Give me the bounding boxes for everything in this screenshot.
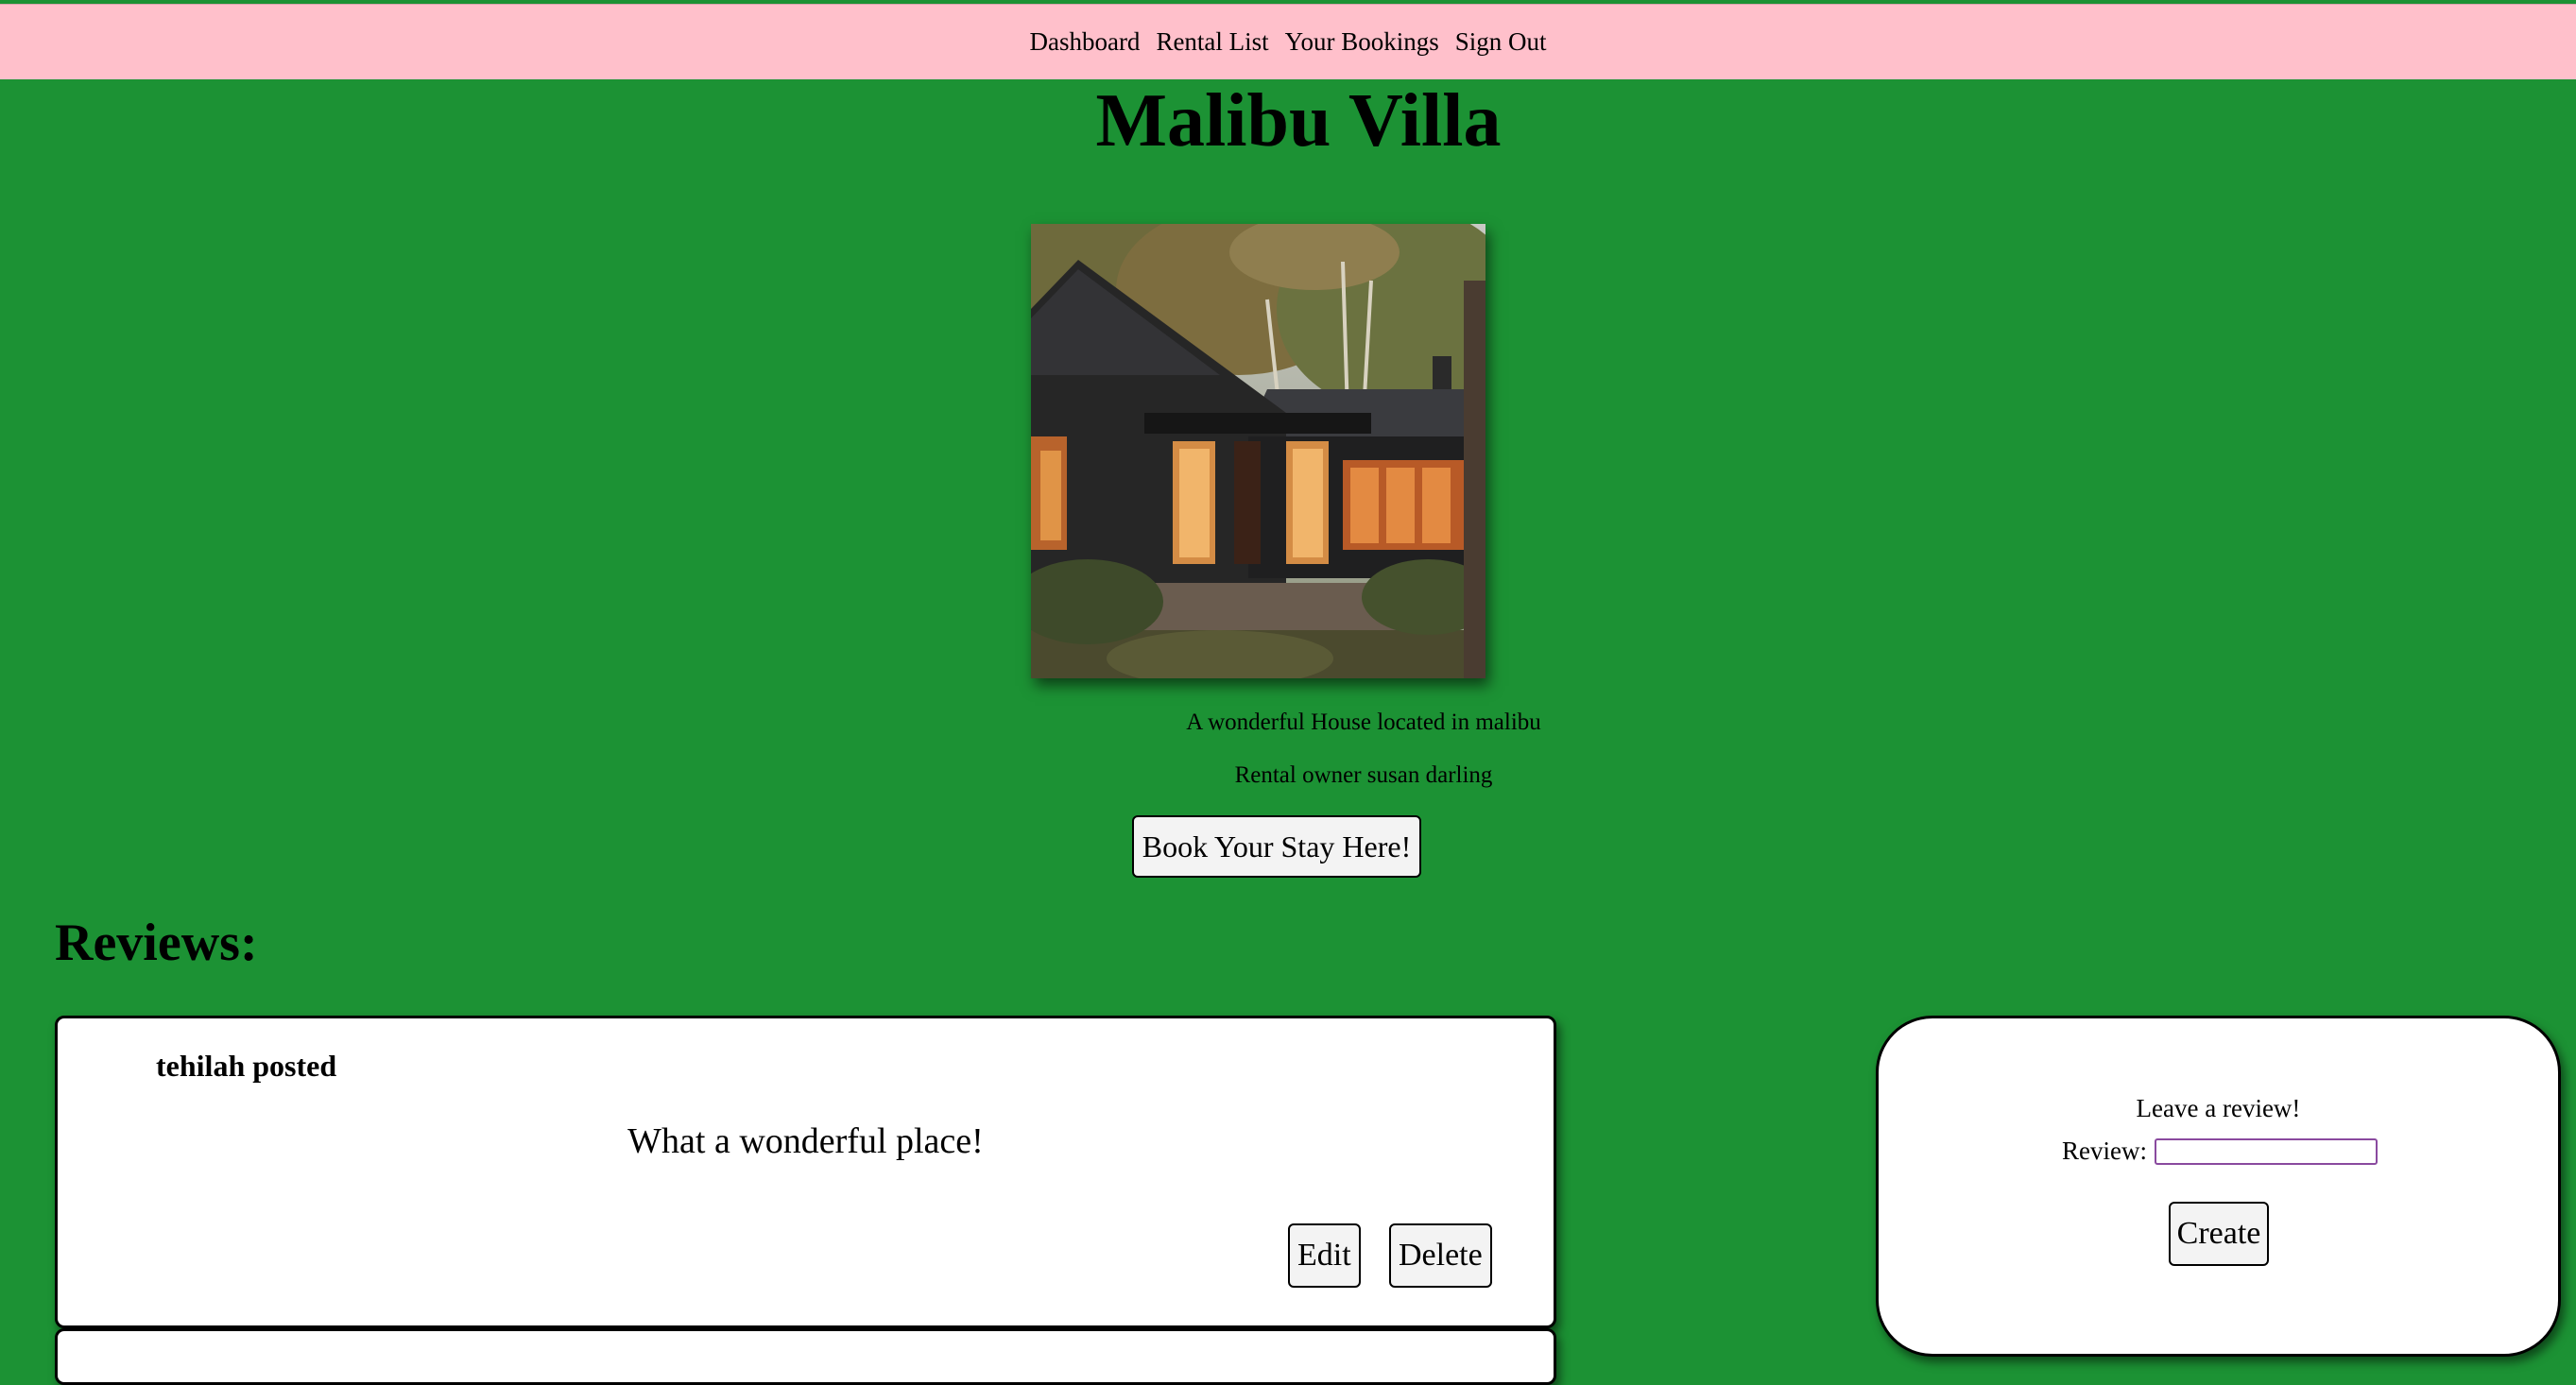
nav-link-sign-out[interactable]: Sign Out — [1455, 27, 1547, 57]
rental-description: A wonderful House located in malibu — [1186, 710, 1541, 735]
review-form-title: Leave a review! — [2136, 1094, 2301, 1122]
delete-review-button[interactable]: Delete — [1389, 1223, 1492, 1288]
create-review-button[interactable]: Create — [2169, 1202, 2269, 1266]
book-stay-button[interactable]: Book Your Stay Here! — [1132, 815, 1421, 878]
review-card: tehilah posted What a wonderful place! E… — [55, 1016, 1556, 1328]
review-author: tehilah posted — [156, 1049, 337, 1083]
review-input[interactable] — [2154, 1137, 2378, 1165]
review-card-next — [55, 1328, 1556, 1385]
rental-owner: Rental owner susan darling — [1234, 762, 1493, 788]
nav-link-your-bookings[interactable]: Your Bookings — [1285, 27, 1439, 57]
review-form: Leave a review! Review: Create — [1876, 1016, 2561, 1357]
nav-link-rental-list[interactable]: Rental List — [1156, 27, 1268, 57]
edit-review-button[interactable]: Edit — [1288, 1223, 1361, 1288]
rental-photo-image — [1031, 224, 1485, 678]
rental-title: Malibu Villa — [1095, 79, 1502, 162]
review-text: What a wonderful place! — [627, 1121, 984, 1161]
rental-photo — [1031, 224, 1485, 678]
nav-link-dashboard[interactable]: Dashboard — [1029, 27, 1140, 57]
reviews-heading: Reviews: — [55, 914, 258, 972]
top-nav: Dashboard Rental List Your Bookings Sign… — [0, 4, 2576, 79]
review-field-row: Review: — [2062, 1137, 2378, 1166]
review-field-label: Review: — [2062, 1137, 2147, 1165]
